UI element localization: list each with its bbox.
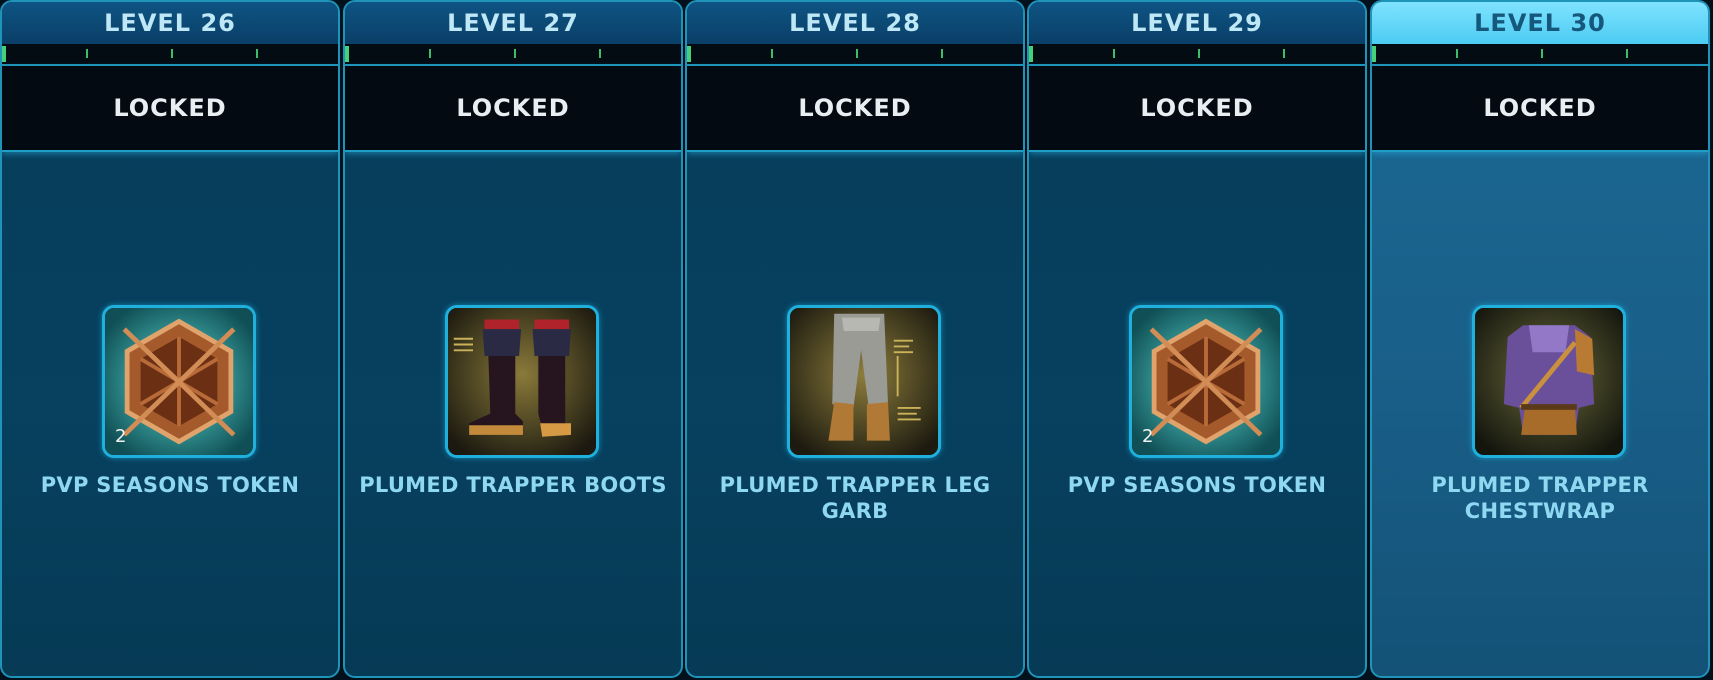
- progress-tick: [86, 49, 88, 58]
- level-header: LEVEL 27: [345, 2, 681, 45]
- progress-bar: [2, 44, 338, 66]
- progress-fill: [1372, 46, 1376, 62]
- progress-bar: [687, 44, 1023, 66]
- season-reward-track: LEVEL 26 LOCKED 2 PVP SEASONS TOKEN LEVE…: [0, 0, 1713, 680]
- progress-tick: [171, 49, 173, 58]
- level-label: LEVEL 27: [447, 9, 579, 37]
- locked-label: LOCKED: [1140, 94, 1254, 122]
- level-header: LEVEL 28: [687, 2, 1023, 45]
- progress-fill: [1029, 46, 1033, 62]
- locked-label: LOCKED: [456, 94, 570, 122]
- level-header: LEVEL 29: [1029, 2, 1365, 45]
- locked-label: LOCKED: [798, 94, 912, 122]
- progress-tick: [1198, 49, 1200, 58]
- status-banner: LOCKED: [2, 66, 338, 152]
- progress-tick: [1283, 49, 1285, 58]
- progress-tick: [941, 49, 943, 58]
- level-column-27[interactable]: LEVEL 27 LOCKED PLUMED TRAPPER BOOTS: [343, 0, 683, 678]
- progress-tick: [1456, 49, 1458, 58]
- level-column-30[interactable]: LEVEL 30 LOCKED PLUMED TRAPPER CHESTWRAP: [1370, 0, 1710, 678]
- progress-tick: [1541, 49, 1543, 58]
- progress-tick: [856, 49, 858, 58]
- leg-garb-icon[interactable]: [787, 305, 941, 458]
- level-label: LEVEL 28: [789, 9, 921, 37]
- level-header: LEVEL 26: [2, 2, 338, 45]
- locked-label: LOCKED: [113, 94, 227, 122]
- progress-tick: [599, 49, 601, 58]
- reward-name: PLUMED TRAPPER LEG GARB: [719, 473, 991, 523]
- progress-fill: [2, 46, 6, 62]
- chestwrap-icon[interactable]: [1472, 305, 1626, 458]
- level-label: LEVEL 26: [104, 9, 236, 37]
- progress-tick: [514, 49, 516, 58]
- boots-icon[interactable]: [445, 305, 599, 458]
- reward-name: PVP SEASONS TOKEN: [40, 473, 300, 497]
- reward-name: PVP SEASONS TOKEN: [1067, 473, 1327, 497]
- status-banner: LOCKED: [345, 66, 681, 152]
- progress-tick: [771, 49, 773, 58]
- progress-tick: [429, 49, 431, 58]
- level-label: LEVEL 30: [1474, 9, 1606, 37]
- status-banner: LOCKED: [687, 66, 1023, 152]
- progress-fill: [345, 46, 349, 62]
- quantity-label: 2: [1142, 426, 1154, 447]
- status-banner: LOCKED: [1029, 66, 1365, 152]
- progress-bar: [345, 44, 681, 66]
- reward-name: PLUMED TRAPPER CHESTWRAP: [1431, 473, 1649, 523]
- pvp-token-icon[interactable]: 2: [1129, 305, 1283, 458]
- level-column-29[interactable]: LEVEL 29 LOCKED 2 PVP SEASONS TOKEN: [1027, 0, 1367, 678]
- progress-fill: [687, 46, 691, 62]
- reward-name: PLUMED TRAPPER BOOTS: [359, 473, 667, 497]
- level-header: LEVEL 30: [1372, 2, 1708, 45]
- status-banner: LOCKED: [1372, 66, 1708, 152]
- level-column-26[interactable]: LEVEL 26 LOCKED 2 PVP SEASONS TOKEN: [0, 0, 340, 678]
- pvp-token-icon[interactable]: 2: [102, 305, 256, 458]
- level-column-28[interactable]: LEVEL 28 LOCKED PLUMED TRAPPER LEG GARB: [685, 0, 1025, 678]
- progress-bar: [1029, 44, 1365, 66]
- quantity-label: 2: [115, 426, 127, 447]
- locked-label: LOCKED: [1483, 94, 1597, 122]
- level-label: LEVEL 29: [1131, 9, 1263, 37]
- progress-tick: [1626, 49, 1628, 58]
- progress-bar: [1372, 44, 1708, 66]
- progress-tick: [256, 49, 258, 58]
- progress-tick: [1113, 49, 1115, 58]
